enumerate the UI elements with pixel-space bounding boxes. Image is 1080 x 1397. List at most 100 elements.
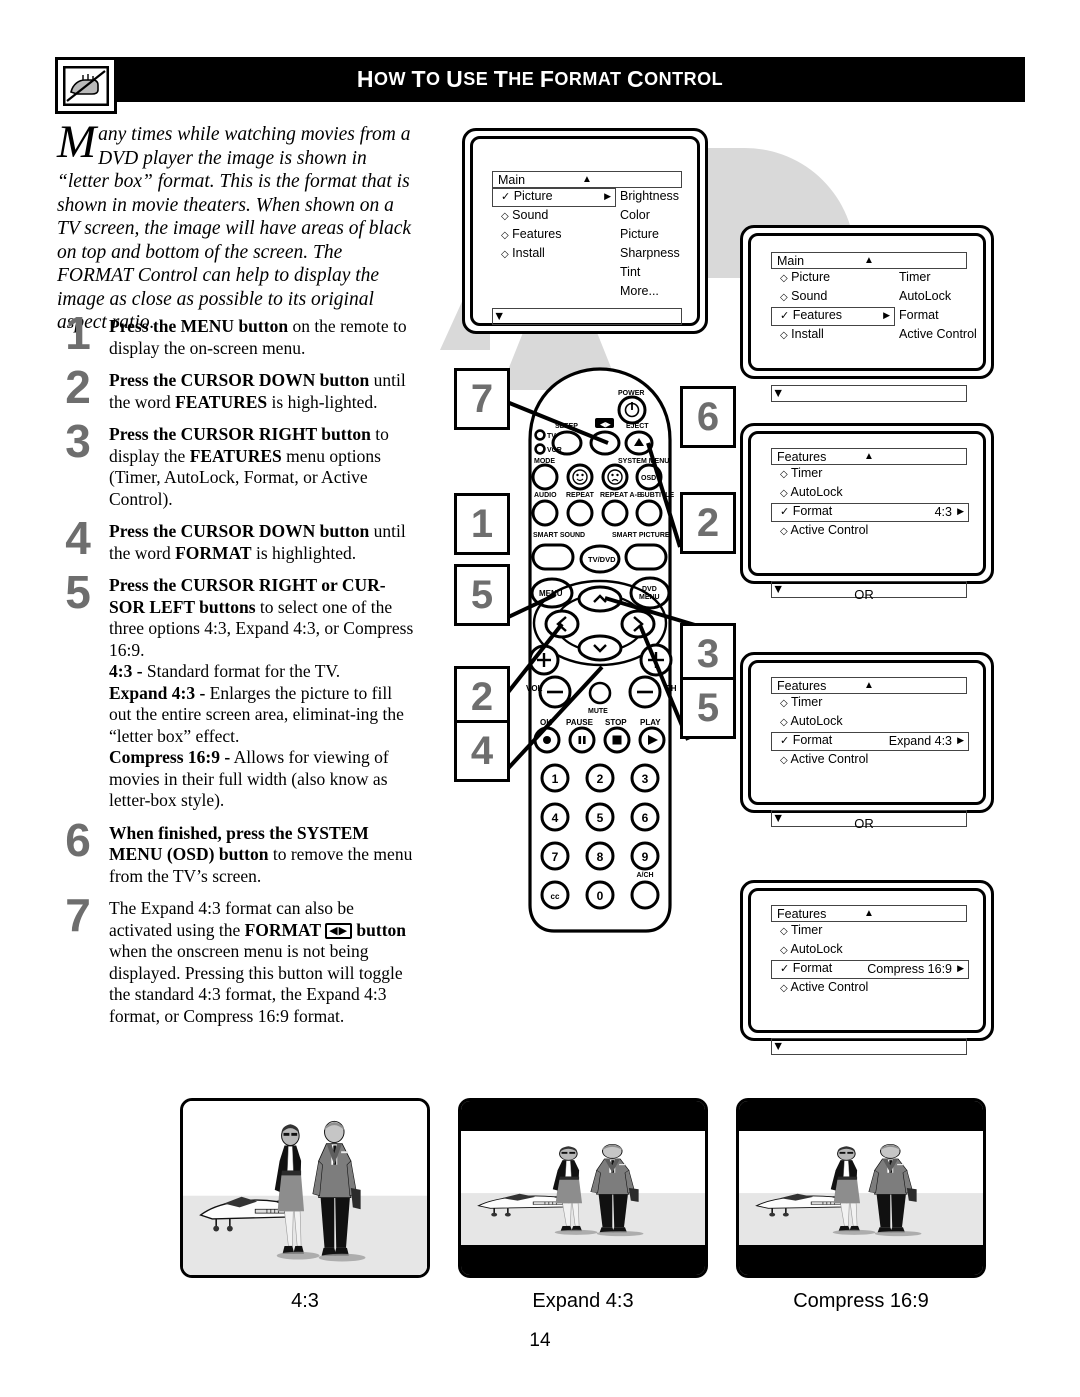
svg-text:SMART PICTURE: SMART PICTURE (612, 532, 670, 539)
checkmark-icon: ✓ (780, 963, 790, 975)
osd-item-label: Active Control (787, 980, 869, 994)
diamond-bullet-icon: ◇ (780, 292, 788, 303)
osd-title: Features (777, 450, 827, 464)
osd-item-format[interactable]: ✓ Format (780, 961, 832, 975)
osd-submenu-item[interactable]: Brightness (620, 189, 679, 203)
preview-image (739, 1131, 983, 1245)
osd-item-features[interactable]: ✓ Features (780, 308, 842, 322)
osd-item-label: Format (789, 733, 833, 747)
callout-1-left: 1 (454, 493, 510, 555)
scroll-down-icon[interactable]: ▼ (772, 386, 784, 400)
osd-item-timer[interactable]: ◇ Timer (780, 695, 822, 709)
osd-item-autolock[interactable]: ◇ AutoLock (780, 714, 843, 728)
osd-row: ◇ Active Control (771, 979, 967, 998)
osd-item-picture[interactable]: ◇ Picture (780, 270, 830, 284)
svg-text:EJECT: EJECT (626, 423, 649, 430)
step-number: 1 (65, 307, 91, 359)
osd-menu-main-features: Main ▲ ◇ Picture Timer ◇ Sound AutoLock ▶ ✓ Fea… (771, 252, 977, 402)
tv-screen-preview (458, 1098, 708, 1278)
osd-item-install[interactable]: ◇ Install (501, 246, 545, 260)
scroll-down-icon[interactable]: ▼ (772, 811, 784, 825)
svg-text:CH: CH (665, 684, 677, 693)
osd-item-label: AutoLock (787, 942, 843, 956)
osd-submenu-item[interactable]: Picture (620, 227, 659, 241)
format-sample-caption: 4:3 (291, 1290, 319, 1312)
osd-item-autolock[interactable]: ◇ AutoLock (780, 942, 843, 956)
scroll-up-icon[interactable]: ▲ (864, 451, 874, 463)
osd-row: More... (492, 283, 682, 302)
tv-screen-preview (180, 1098, 430, 1278)
osd-item-picture[interactable]: ✓ Picture (501, 189, 553, 203)
osd-item-active-control[interactable]: ◇ Active Control (780, 980, 868, 994)
diamond-bullet-icon: ◇ (780, 273, 788, 284)
svg-text:5: 5 (597, 811, 604, 825)
diamond-bullet-icon: ◇ (780, 926, 788, 937)
instruction-step-5: 5 Press the CURSOR RIGHT or CUR-SOR LEFT … (57, 569, 417, 812)
page-title: H OW TO U SE T HE F ORMAT C ONTROL (356, 66, 724, 92)
osd-row: ◇ AutoLock (771, 941, 967, 960)
scroll-up-icon[interactable]: ▲ (864, 255, 874, 267)
osd-item-format[interactable]: ✓ Format (780, 504, 832, 518)
diamond-bullet-icon: ◇ (780, 488, 788, 499)
step-text: When finished, press the SYSTEM MENU (OS… (109, 822, 413, 886)
osd-item-install[interactable]: ◇ Install (780, 327, 824, 341)
step-number: 6 (65, 813, 91, 866)
chevron-right-icon: ▶ (883, 310, 890, 320)
osd-item-sound[interactable]: ◇ Sound (501, 208, 548, 222)
scroll-up-icon[interactable]: ▲ (864, 680, 874, 692)
osd-item-label: Features (789, 308, 843, 322)
osd-item-timer[interactable]: ◇ Timer (780, 923, 822, 937)
osd-title: Features (777, 907, 827, 921)
osd-submenu-item[interactable]: Sharpness (620, 246, 680, 260)
osd-row: ▶ ✓ Features Format (771, 307, 967, 326)
osd-item-label: Timer (787, 466, 823, 480)
callout-7-left: 7 (454, 368, 510, 430)
letterbox-band-top (461, 1101, 705, 1131)
osd-submenu-item[interactable]: AutoLock (899, 289, 951, 303)
svg-text:7: 7 (552, 850, 559, 864)
osd-item-label: Picture (787, 270, 831, 284)
osd-screen-features-expand43: Features ▲ ◇ Timer ◇ AutoLock ▶ Expand 4:3 ✓ F… (740, 652, 994, 827)
drop-cap: M (57, 116, 97, 168)
osd-item-sound[interactable]: ◇ Sound (780, 289, 827, 303)
osd-row: ◇ Timer (771, 694, 967, 713)
scroll-down-icon[interactable]: ▼ (772, 1039, 784, 1053)
osd-submenu-item[interactable]: Timer (899, 270, 930, 284)
osd-row: ▶ 4:3 ✓ Format (771, 503, 969, 522)
osd-title-bar: Features ▲ (771, 905, 967, 922)
osd-submenu-item[interactable]: Tint (620, 265, 640, 279)
svg-text:SLEEP: SLEEP (555, 423, 578, 430)
osd-item-label: AutoLock (787, 485, 843, 499)
svg-text:TV/DVD: TV/DVD (588, 555, 616, 564)
scroll-down-icon[interactable]: ▼ (493, 309, 505, 323)
osd-submenu-item[interactable]: Format (899, 308, 939, 322)
callout-2-left: 2 (454, 666, 510, 728)
osd-submenu-item[interactable]: Active Control (899, 327, 977, 341)
scroll-up-icon[interactable]: ▲ (582, 174, 592, 186)
osd-item-timer[interactable]: ◇ Timer (780, 466, 822, 480)
svg-text:cc: cc (551, 892, 560, 901)
osd-submenu-item[interactable]: More... (620, 284, 659, 298)
step-number: 3 (65, 415, 91, 467)
osd-row: ◇ Sound Color (492, 207, 682, 226)
osd-flow-diagram: Main ▲ ▶ ✓ Picture Brightness ◇ Sound Color ◇ F… (440, 120, 1040, 1080)
step-text: Press the CURSOR DOWN button until the w… (109, 521, 406, 563)
instruction-step-6: 6 When finished, press the SYSTEM MENU (O… (57, 817, 417, 888)
scroll-down-icon[interactable]: ▼ (772, 582, 784, 596)
osd-item-features[interactable]: ◇ Features (501, 227, 562, 241)
page-number: 14 (529, 1330, 551, 1351)
osd-item-format[interactable]: ✓ Format (780, 733, 832, 747)
osd-item-autolock[interactable]: ◇ AutoLock (780, 485, 843, 499)
svg-text:VCR: VCR (547, 447, 562, 454)
osd-row: ◇ Install Active Control (771, 326, 977, 345)
chevron-right-icon: ▶ (957, 506, 964, 516)
scroll-up-icon[interactable]: ▲ (864, 908, 874, 920)
diamond-bullet-icon: ◇ (780, 698, 788, 709)
osd-item-label: Format (789, 504, 833, 518)
svg-text:STOP: STOP (605, 718, 627, 727)
osd-submenu-item[interactable]: Color (620, 208, 650, 222)
osd-item-active-control[interactable]: ◇ Active Control (780, 523, 868, 537)
osd-item-active-control[interactable]: ◇ Active Control (780, 752, 868, 766)
osd-item-label: Format (789, 961, 833, 975)
diamond-bullet-icon: ◇ (501, 230, 509, 241)
